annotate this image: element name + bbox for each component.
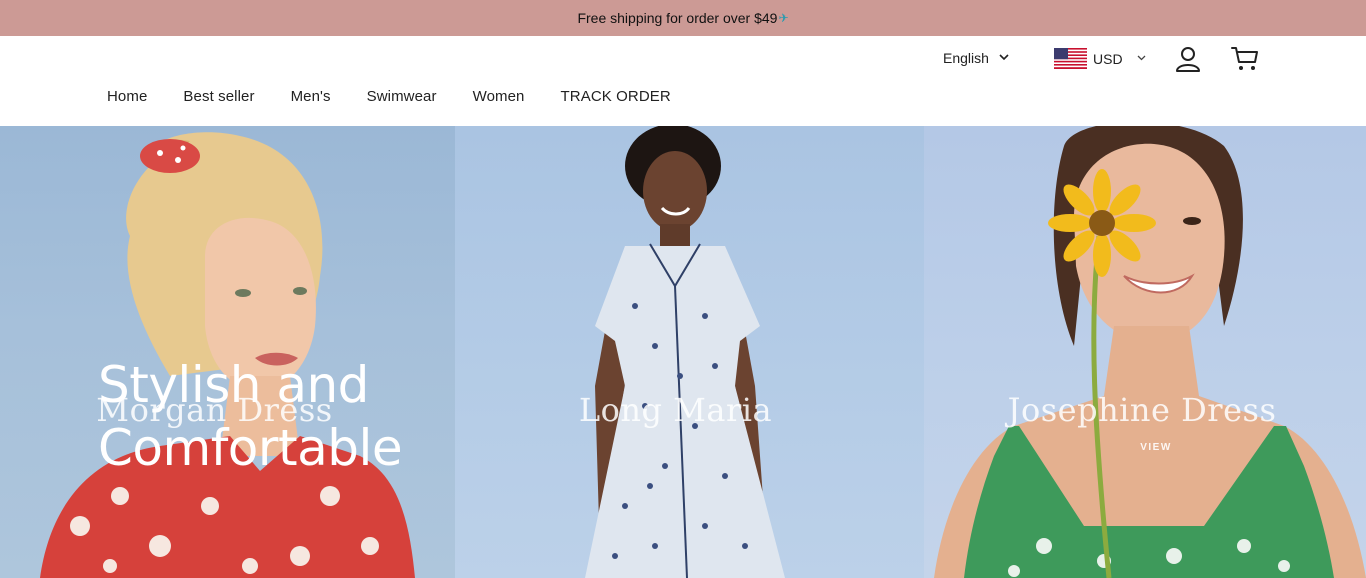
hero-heading-line-2: Comfortable (98, 419, 403, 477)
hero-panel-long-maria[interactable]: Long Maria (455, 126, 924, 578)
view-link[interactable]: VIEW (935, 442, 1366, 453)
nav-swimwear[interactable]: Swimwear (367, 88, 437, 105)
user-icon[interactable] (1175, 46, 1201, 72)
chevron-down-icon (999, 52, 1009, 64)
model-image (934, 126, 1366, 578)
hero-heading: Stylish and Comfortable (98, 354, 438, 480)
announcement-bar: Free shipping for order over $49 ✈ (0, 0, 1366, 36)
us-flag-icon (1054, 48, 1087, 69)
hero-banner: Morgan Dress Long Maria Josephine Dress … (0, 126, 1366, 578)
currency-selector[interactable]: USD (1054, 48, 1146, 69)
nav-women[interactable]: Women (473, 88, 525, 105)
language-label: English (943, 50, 989, 66)
currency-label: USD (1093, 50, 1123, 67)
hero-heading-line-1: Stylish and (98, 356, 369, 414)
main-nav: Home Best seller Men's Swimwear Women TR… (107, 88, 707, 105)
nav-mens[interactable]: Men's (291, 88, 331, 105)
model-image (40, 132, 415, 578)
model-image (585, 126, 785, 578)
panel-title: Long Maria (578, 391, 773, 429)
nav-home[interactable]: Home (107, 88, 147, 105)
hero-panel-josephine-dress[interactable]: Josephine Dress VIEW (924, 126, 1366, 578)
panel-title: Josephine Dress (1007, 391, 1277, 429)
airplane-icon: ✈ (778, 11, 789, 25)
cart-icon[interactable] (1231, 46, 1259, 72)
language-selector[interactable]: English (943, 50, 1009, 66)
nav-best-seller[interactable]: Best seller (183, 88, 254, 105)
nav-track-order[interactable]: TRACK ORDER (561, 88, 671, 105)
announcement-text: Free shipping for order over $49 (577, 10, 778, 26)
site-header: English USD Home Best seller Men's Swimw… (0, 36, 1366, 126)
hero-panel-morgan-dress[interactable]: Morgan Dress (0, 126, 455, 578)
chevron-down-icon (1137, 53, 1146, 64)
